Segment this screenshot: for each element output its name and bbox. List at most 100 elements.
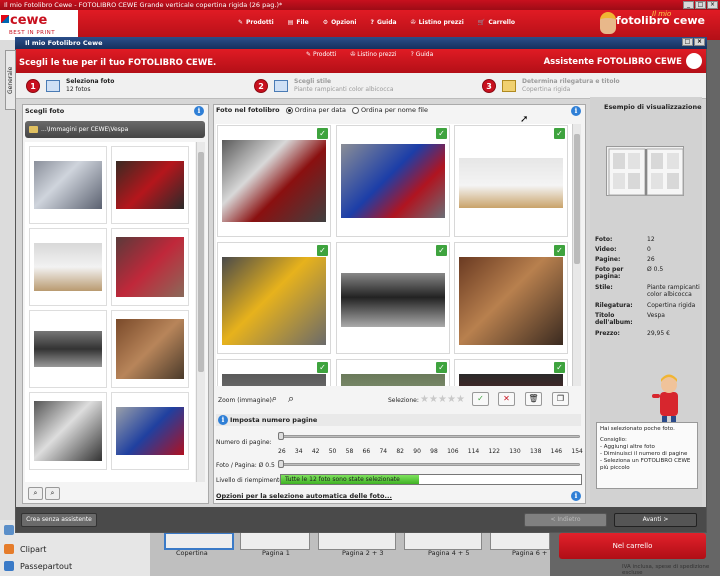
page-thumb[interactable] xyxy=(404,532,482,550)
source-photo[interactable] xyxy=(29,392,107,470)
selected-photo[interactable]: ✓ xyxy=(454,359,568,386)
source-photo[interactable] xyxy=(111,146,189,224)
checked-icon[interactable]: ✓ xyxy=(436,362,447,373)
page-thumb-cover[interactable] xyxy=(164,532,234,550)
checked-icon[interactable]: ✓ xyxy=(317,245,328,256)
selected-photo[interactable]: ✓ xyxy=(217,125,331,237)
menu-guida[interactable]: ? Guida xyxy=(370,19,396,26)
source-photo[interactable] xyxy=(111,310,189,388)
zoom-out-icon[interactable]: ⌕ xyxy=(272,394,277,404)
menu-listino[interactable]: ✇ Listino prezzi xyxy=(411,19,464,26)
selected-photo[interactable]: ✓ xyxy=(336,242,450,354)
dialog-menu-listino[interactable]: ✇ Listino prezzi xyxy=(350,51,396,58)
step-1[interactable]: 1 Seleziona foto 12 fotos xyxy=(26,75,114,97)
photo-image xyxy=(222,374,326,386)
minimize-icon[interactable]: _ xyxy=(683,1,694,9)
folder-icon xyxy=(29,126,38,133)
page-label: Pagina 2 + 3 xyxy=(342,549,384,557)
menu-file[interactable]: ▤ File xyxy=(288,19,309,26)
photos-per-page-slider-track[interactable] xyxy=(280,463,580,466)
page-count-slider-track[interactable] xyxy=(280,435,580,438)
cewe-logo-icon xyxy=(1,15,9,23)
zoom-in-icon[interactable]: ⌕ xyxy=(288,392,294,406)
zoom-in-icon[interactable]: ⌕ xyxy=(45,487,60,500)
checked-icon[interactable]: ✓ xyxy=(317,362,328,373)
source-photo[interactable] xyxy=(111,228,189,306)
source-photo[interactable] xyxy=(29,146,107,224)
star-icon[interactable]: ★ xyxy=(456,394,465,405)
star-icon[interactable]: ★ xyxy=(420,394,429,405)
source-photo[interactable] xyxy=(29,228,107,306)
star-icon[interactable]: ★ xyxy=(447,394,456,405)
source-photo[interactable] xyxy=(29,310,107,388)
scroll-thumb[interactable] xyxy=(574,134,580,264)
dialog-menu-prodotti[interactable]: ✎ Prodotti xyxy=(306,51,336,58)
mid-scrollbar[interactable] xyxy=(572,124,581,386)
menu-opzioni[interactable]: ⚙ Opzioni xyxy=(323,19,357,26)
info-icon[interactable]: i xyxy=(194,106,204,116)
scroll-thumb[interactable] xyxy=(198,152,204,372)
step-2[interactable]: 2 Scegli stile Piante rampicanti color al… xyxy=(254,75,394,97)
checked-icon[interactable]: ✓ xyxy=(317,128,328,139)
menu-prodotti[interactable]: ✎ Prodotti xyxy=(238,19,274,26)
checked-icon[interactable]: ✓ xyxy=(554,245,565,256)
passepartout-icon xyxy=(4,561,14,571)
price-icon: ✇ xyxy=(410,19,416,26)
close-icon[interactable]: × xyxy=(707,1,718,9)
checked-icon[interactable]: ✓ xyxy=(436,245,447,256)
select-all-button[interactable]: ✓ xyxy=(472,392,489,406)
dock-item-passepartout[interactable]: Passepartout xyxy=(4,561,72,571)
info-icon[interactable]: i xyxy=(571,106,581,116)
checked-icon[interactable]: ✓ xyxy=(554,362,565,373)
folder-selector[interactable]: ...\Immagini per CEWE\Vespa xyxy=(25,121,205,138)
page-thumb[interactable] xyxy=(318,532,396,550)
selected-photo[interactable]: ✓ xyxy=(454,242,568,354)
add-to-cart-button[interactable]: Nel carrello xyxy=(559,533,706,559)
page-thumb[interactable] xyxy=(490,532,550,550)
photo-image xyxy=(459,374,563,386)
photos-per-page-slider[interactable] xyxy=(278,460,284,468)
create-without-assistant-button[interactable]: Crea senza assistente xyxy=(21,513,97,527)
dialog-close-icon[interactable]: × xyxy=(694,38,705,46)
dialog-menu-guida[interactable]: ? Guida xyxy=(411,51,434,58)
back-button[interactable]: < Indietro xyxy=(524,513,607,527)
left-scrollbar[interactable] xyxy=(196,142,205,482)
cart-icon: 🛒 xyxy=(477,19,486,26)
zoom-out-icon[interactable]: ⌕ xyxy=(28,487,43,500)
mascot-icon xyxy=(600,12,616,34)
deselect-button[interactable]: ✕ xyxy=(498,392,515,406)
copy-icon[interactable]: ❐ xyxy=(552,392,569,406)
checked-icon[interactable]: ✓ xyxy=(554,128,565,139)
selected-photo[interactable]: ✓ xyxy=(217,242,331,354)
sort-by-filename-radio[interactable]: Ordina per nome file xyxy=(351,106,428,114)
sort-by-date-radio[interactable]: Ordina per data xyxy=(285,106,346,114)
window-title: Il mio Fotolibro Cewe - FOTOLIBRO CEWE G… xyxy=(4,1,283,9)
main-menu: ✎ Prodotti ▤ File ⚙ Opzioni ? Guida ✇ Listino… xyxy=(238,19,515,26)
selected-photo[interactable]: ✓ xyxy=(336,359,450,386)
maximize-icon[interactable]: □ xyxy=(695,1,706,9)
info-icon[interactable]: i xyxy=(218,415,228,425)
photo-image xyxy=(116,319,184,379)
delete-icon[interactable]: 🗑 xyxy=(525,392,542,406)
source-photo[interactable] xyxy=(111,392,189,470)
side-tab-generale[interactable]: Generale xyxy=(5,50,16,110)
next-button[interactable]: Avanti > xyxy=(614,513,697,527)
selected-photo[interactable]: ✓ xyxy=(454,125,568,237)
page-label: Pagina 1 xyxy=(262,549,290,557)
dock-item-clipart[interactable]: Clipart xyxy=(4,544,46,554)
checked-icon[interactable]: ✓ xyxy=(436,128,447,139)
selected-photo[interactable]: ✓ xyxy=(217,359,331,386)
page-count-slider[interactable] xyxy=(278,432,284,440)
page-thumb[interactable] xyxy=(240,532,310,550)
info-icon[interactable]: i xyxy=(571,491,581,501)
auto-selection-options-link[interactable]: Opzioni per la selezione automatica dell… xyxy=(216,492,392,500)
star-icon[interactable]: ★ xyxy=(438,394,447,405)
step-3[interactable]: 3 Determina rilegatura e titolo Copertina… xyxy=(482,75,620,97)
star-icon[interactable]: ★ xyxy=(429,394,438,405)
photo-image xyxy=(116,407,184,455)
selected-photo[interactable]: ✓ xyxy=(336,125,450,237)
dialog-maximize-icon[interactable]: □ xyxy=(682,38,693,46)
dialog-header: Scegli le tue per il tuo FOTOLIBRO CEWE.… xyxy=(16,49,706,73)
photo-image xyxy=(34,401,102,461)
menu-carrello[interactable]: 🛒 Carrello xyxy=(478,19,515,26)
